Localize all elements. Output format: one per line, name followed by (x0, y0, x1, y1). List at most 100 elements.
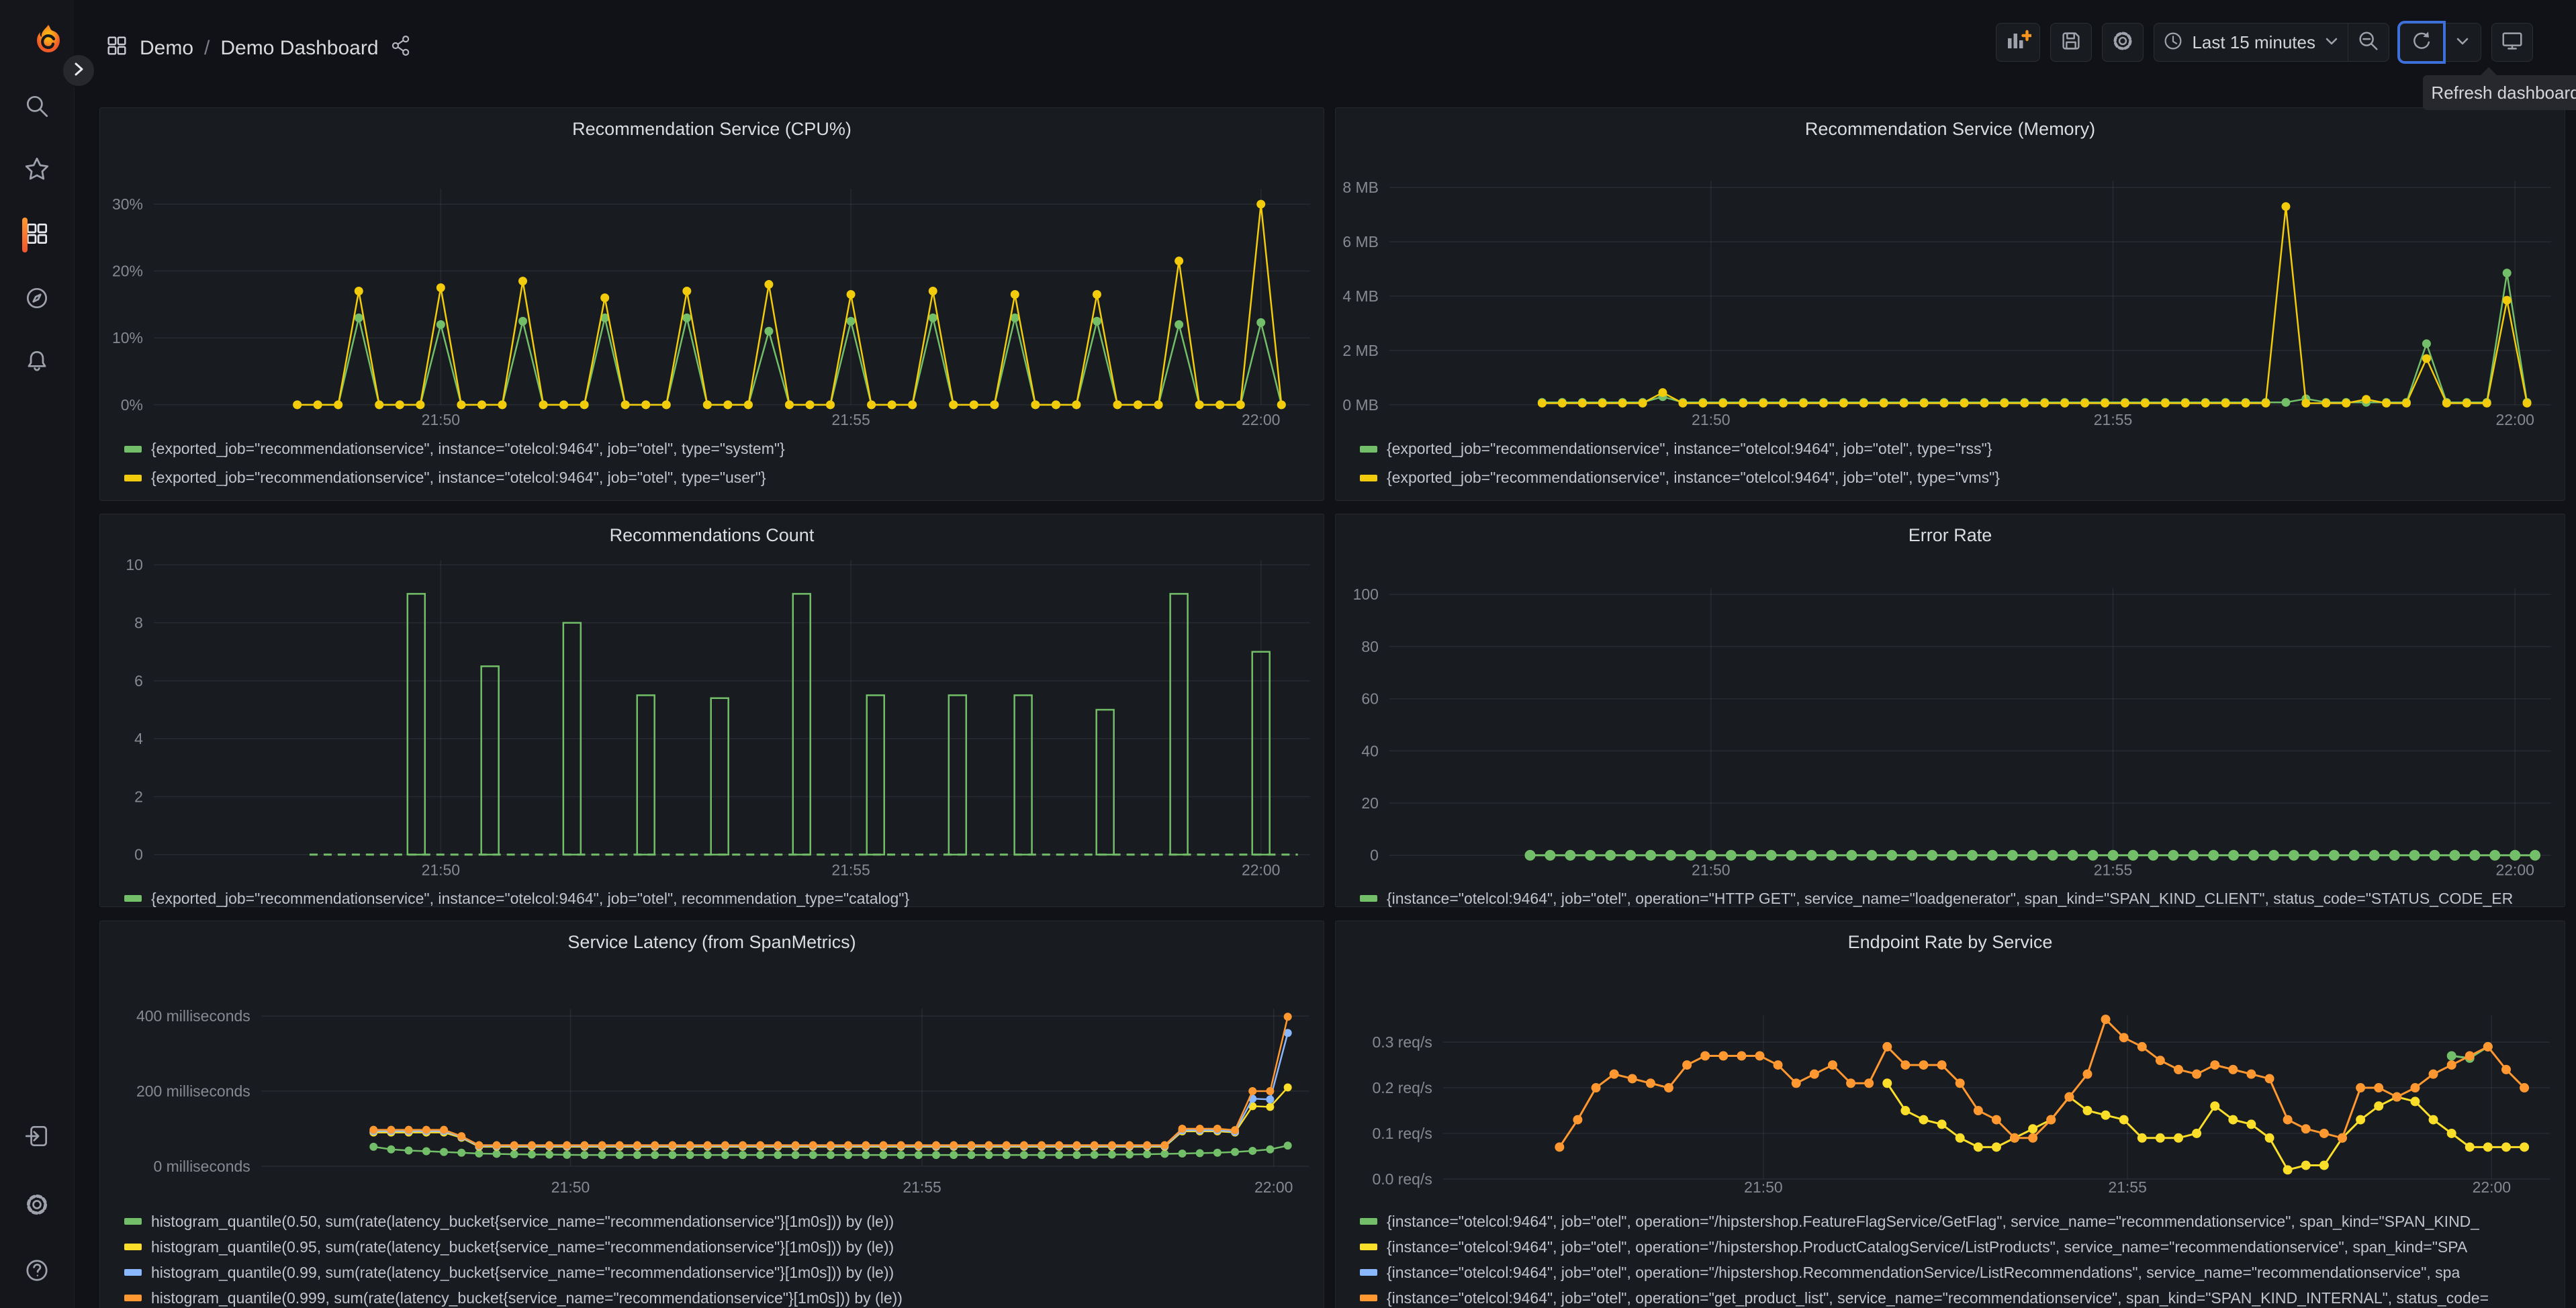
refresh-icon (2409, 29, 2434, 56)
sidebar-item-search[interactable] (15, 86, 58, 129)
error-rate-chart-canvas[interactable]: 0 20 40 60 80 100 21:50 21:55 22:00 (1336, 514, 2565, 908)
save-icon (2059, 29, 2083, 56)
grafana-logo[interactable] (28, 23, 68, 63)
sidebar-item-starred[interactable] (15, 149, 58, 192)
legend-swatch[interactable] (1360, 1269, 1377, 1276)
legend-label: {instance="otelcol:9464", job="otel", op… (1387, 1263, 2460, 1281)
legend-swatch[interactable] (1360, 1218, 1377, 1225)
svg-text:4: 4 (134, 730, 143, 747)
sidebar-item-help[interactable] (15, 1250, 58, 1293)
dashboard-settings-button[interactable] (2102, 23, 2144, 62)
svg-text:21:50: 21:50 (1744, 1178, 1782, 1196)
svg-text:21:50: 21:50 (422, 411, 460, 428)
time-range-group: Last 15 minutes (2154, 23, 2389, 62)
chevron-down-icon (2324, 33, 2340, 52)
sidebar-item-dashboards[interactable] (15, 214, 58, 256)
legend-label: {instance="otelcol:9464", job="otel", op… (1387, 1237, 2468, 1256)
refresh-interval-picker[interactable] (2444, 23, 2481, 62)
legend-label: {exported_job="recommendationservice", i… (151, 440, 785, 457)
svg-text:0 milliseconds: 0 milliseconds (153, 1158, 250, 1175)
refresh-dashboard-button[interactable] (2397, 21, 2446, 64)
legend-label: {exported_job="recommendationservice", i… (151, 889, 910, 907)
chevron-right-icon (71, 62, 86, 80)
legend-label: histogram_quantile(0.99, sum(rate(latenc… (151, 1263, 894, 1281)
legend-swatch[interactable] (1360, 445, 1377, 453)
svg-text:100: 100 (1353, 586, 1379, 603)
legend-label: histogram_quantile(0.95, sum(rate(latenc… (151, 1237, 894, 1256)
legend-item[interactable]: {exported_job="recommendationservice", i… (124, 463, 1299, 492)
svg-text:21:55: 21:55 (831, 411, 870, 428)
time-range-picker[interactable]: Last 15 minutes (2154, 23, 2348, 62)
legend-swatch[interactable] (124, 1295, 142, 1301)
breadcrumb-current[interactable]: Demo Dashboard (220, 37, 378, 60)
sidebar-item-configuration[interactable] (15, 1184, 58, 1227)
svg-text:6: 6 (134, 672, 143, 690)
legend-item[interactable]: {exported_job="recommendationservice", i… (1360, 463, 2540, 492)
legend-label: histogram_quantile(0.999, sum(rate(laten… (151, 1289, 903, 1307)
legend-item[interactable]: histogram_quantile(0.999, sum(rate(laten… (124, 1285, 1299, 1308)
zoom-out-icon (2356, 29, 2381, 56)
legend-item[interactable]: histogram_quantile(0.99, sum(rate(latenc… (124, 1260, 1299, 1285)
legend-label: {exported_job="recommendationservice", i… (1387, 469, 2000, 486)
sidebar-item-alerting[interactable] (15, 342, 58, 385)
settings-gear-icon (2111, 29, 2135, 56)
toolbar-actions: Last 15 minutes (1996, 21, 2533, 64)
monitor-icon (2500, 29, 2524, 56)
legend-swatch[interactable] (124, 1218, 142, 1225)
sidebar-item-explore[interactable] (15, 278, 58, 321)
legend-swatch[interactable] (124, 1244, 142, 1250)
chevron-down-icon (2454, 33, 2471, 52)
help-icon (24, 1257, 50, 1287)
legend-swatch[interactable] (1360, 474, 1377, 481)
error-rate-legend: {instance="otelcol:9464", job="otel", op… (1360, 885, 2540, 912)
legend-item[interactable]: histogram_quantile(0.95, sum(rate(latenc… (124, 1234, 1299, 1260)
legend-swatch[interactable] (124, 445, 142, 453)
legend-label: {exported_job="recommendationservice", i… (1387, 440, 1992, 457)
svg-text:60: 60 (1361, 690, 1379, 708)
legend-label: histogram_quantile(0.50, sum(rate(latenc… (151, 1212, 894, 1230)
legend-swatch[interactable] (1360, 895, 1377, 902)
legend-item[interactable]: {exported_job="recommendationservice", i… (124, 885, 1299, 912)
svg-text:22:00: 22:00 (1242, 411, 1280, 428)
legend-item[interactable]: {instance="otelcol:9464", job="otel", op… (1360, 1209, 2540, 1234)
svg-text:21:50: 21:50 (1692, 861, 1730, 879)
zoom-out-time-button[interactable] (2348, 23, 2389, 62)
svg-text:8 MB: 8 MB (1342, 179, 1379, 196)
svg-text:0: 0 (1370, 847, 1379, 864)
legend-item[interactable]: {exported_job="recommendationservice", i… (1360, 434, 2540, 463)
svg-text:80: 80 (1361, 638, 1379, 655)
add-panel-button[interactable] (1996, 23, 2041, 62)
legend-item[interactable]: {instance="otelcol:9464", job="otel", op… (1360, 1260, 2540, 1285)
svg-text:21:50: 21:50 (422, 861, 460, 879)
star-icon (24, 156, 50, 186)
legend-swatch[interactable] (124, 474, 142, 481)
legend-item[interactable]: {instance="otelcol:9464", job="otel", op… (1360, 885, 2540, 912)
share-dashboard-icon[interactable] (389, 34, 412, 62)
recommendations-count-chart-canvas[interactable]: 0 2 4 6 8 10 21:50 21:55 22:00 (100, 514, 1324, 908)
sidebar-expand-button[interactable] (63, 55, 94, 86)
cycle-view-mode-button[interactable] (2491, 23, 2533, 62)
sidebar (0, 0, 75, 1308)
legend-swatch[interactable] (124, 895, 142, 902)
svg-text:22:00: 22:00 (2473, 1178, 2511, 1196)
svg-text:0: 0 (134, 846, 143, 863)
legend-item[interactable]: {instance="otelcol:9464", job="otel", op… (1360, 1285, 2540, 1308)
dashboards-grid-icon (24, 220, 50, 250)
breadcrumb-root[interactable]: Demo (140, 37, 193, 60)
svg-text:10%: 10% (112, 329, 143, 346)
legend-swatch[interactable] (124, 1269, 142, 1276)
bell-icon (24, 348, 50, 379)
legend-item[interactable]: histogram_quantile(0.50, sum(rate(latenc… (124, 1209, 1299, 1234)
svg-text:8: 8 (134, 614, 143, 632)
legend-label: {exported_job="recommendationservice", i… (151, 469, 766, 486)
legend-item[interactable]: {instance="otelcol:9464", job="otel", op… (1360, 1234, 2540, 1260)
service-latency-legend: histogram_quantile(0.50, sum(rate(latenc… (124, 1209, 1299, 1308)
svg-text:21:50: 21:50 (1692, 411, 1730, 428)
save-dashboard-button[interactable] (2050, 23, 2092, 62)
endpoint-rate-legend: {instance="otelcol:9464", job="otel", op… (1360, 1209, 2540, 1308)
sign-in-icon (24, 1123, 50, 1153)
legend-swatch[interactable] (1360, 1244, 1377, 1250)
legend-swatch[interactable] (1360, 1295, 1377, 1301)
sidebar-item-sign-in[interactable] (15, 1116, 58, 1159)
legend-item[interactable]: {exported_job="recommendationservice", i… (124, 434, 1299, 463)
